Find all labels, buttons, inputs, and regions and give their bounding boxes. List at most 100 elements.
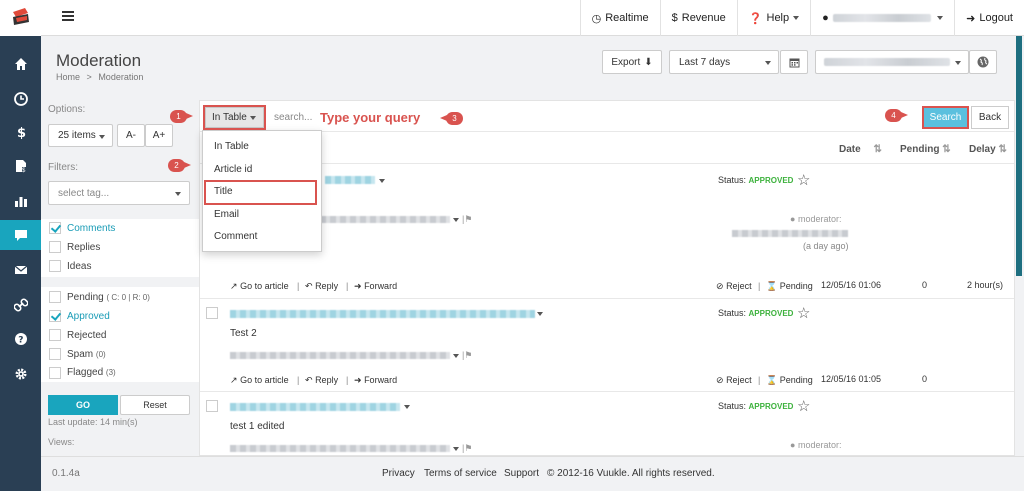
action-separator: | bbox=[297, 375, 300, 385]
tag-placeholder: select tag... bbox=[58, 187, 110, 199]
ideas-checkbox[interactable] bbox=[49, 260, 61, 272]
chevron-down-icon[interactable] bbox=[453, 354, 459, 358]
back-button[interactable]: Back bbox=[971, 106, 1009, 129]
pending-link[interactable]: ⌛ Pending bbox=[766, 281, 813, 292]
pending-link[interactable]: ⌛ Pending bbox=[766, 375, 813, 386]
sidebar-item-help[interactable]: ? bbox=[0, 324, 41, 354]
delay-column-header[interactable]: Delay ⇅ bbox=[969, 144, 1007, 155]
chevron-down-icon[interactable] bbox=[537, 312, 543, 316]
rejected-checkbox[interactable] bbox=[49, 329, 61, 341]
reset-label: Reset bbox=[143, 400, 167, 410]
star-icon[interactable]: ☆ bbox=[797, 397, 810, 415]
action-separator: | bbox=[346, 375, 349, 385]
scope-option-article-id[interactable]: Article id bbox=[203, 158, 321, 180]
breadcrumb-home[interactable]: Home bbox=[56, 72, 80, 82]
tag-icon[interactable]: |⚑ bbox=[462, 350, 472, 361]
row-date: 12/05/16 01:06 bbox=[821, 280, 882, 290]
font-decrease-button[interactable]: A- bbox=[117, 124, 145, 147]
row-select-checkbox[interactable] bbox=[206, 307, 218, 319]
date-column-header[interactable]: Date ⇅ bbox=[839, 144, 882, 155]
logout-icon: ➜ bbox=[966, 12, 976, 25]
reject-link[interactable]: ⊘ Reject bbox=[716, 375, 752, 386]
sidebar-item-moderation[interactable] bbox=[0, 220, 41, 250]
forward-link[interactable]: ➜ Forward bbox=[354, 281, 397, 292]
approved-checkbox[interactable] bbox=[49, 310, 61, 322]
scope-option-in-table[interactable]: In Table bbox=[203, 135, 321, 157]
tag-icon[interactable]: |⚑ bbox=[462, 214, 472, 225]
help-menu[interactable]: ❓ Help bbox=[736, 0, 810, 36]
scrollbar-thumb[interactable] bbox=[1016, 36, 1022, 276]
revenue-link[interactable]: $ Revenue bbox=[659, 0, 737, 36]
sidebar-item-reports[interactable]: $ bbox=[0, 151, 41, 181]
row-pending: 0 bbox=[922, 374, 928, 384]
search-input[interactable]: search... Type your query bbox=[268, 107, 920, 128]
star-icon[interactable]: ☆ bbox=[797, 171, 810, 189]
chevron-down-icon[interactable] bbox=[379, 179, 385, 183]
breadcrumb-separator: > bbox=[86, 72, 92, 82]
chevron-down-icon bbox=[175, 192, 181, 196]
logout-link[interactable]: ➜ Logout bbox=[954, 0, 1024, 36]
pending-checkbox[interactable] bbox=[49, 291, 61, 303]
go-to-article-link[interactable]: ↗ Go to article bbox=[230, 281, 289, 292]
top-bar: ◷ Realtime $ Revenue ❓ Help ● ➜ Logout bbox=[0, 0, 1024, 36]
sidebar-item-analytics[interactable] bbox=[0, 186, 41, 216]
pending-column-header[interactable]: Pending ⇅ bbox=[900, 144, 951, 155]
replies-checkbox[interactable] bbox=[49, 241, 61, 253]
search-placeholder: search... bbox=[274, 112, 313, 123]
flagged-label: Flagged bbox=[67, 367, 104, 378]
sidebar-item-home[interactable] bbox=[0, 49, 41, 79]
pending-filter: Pending ( C: 0 | R: 0) bbox=[67, 292, 150, 303]
tag-select[interactable]: select tag... bbox=[48, 181, 190, 205]
export-button[interactable]: Export ⬇ bbox=[602, 50, 662, 74]
sidebar-item-settings[interactable] bbox=[0, 359, 41, 389]
dollar-icon: $ bbox=[17, 126, 26, 139]
row-select-checkbox[interactable] bbox=[206, 400, 218, 412]
reply-link[interactable]: ↶ Reply bbox=[305, 281, 338, 292]
items-per-page-select[interactable]: 25 items bbox=[48, 124, 113, 147]
privacy-link[interactable]: Privacy bbox=[382, 468, 415, 479]
chevron-down-icon[interactable] bbox=[453, 218, 459, 222]
search-button[interactable]: Search bbox=[922, 106, 969, 129]
forward-link[interactable]: ➜ Forward bbox=[354, 375, 397, 386]
font-increase-button[interactable]: A+ bbox=[145, 124, 173, 147]
sidebar-item-realtime[interactable] bbox=[0, 84, 41, 114]
filters-label: Filters: bbox=[48, 162, 78, 173]
chevron-down-icon[interactable] bbox=[453, 447, 459, 451]
chevron-down-icon[interactable] bbox=[404, 405, 410, 409]
star-icon[interactable]: ☆ bbox=[797, 304, 810, 322]
go-to-article-link[interactable]: ↗ Go to article bbox=[230, 375, 289, 386]
scope-option-comment[interactable]: Comment bbox=[203, 225, 321, 247]
go-button[interactable]: GO bbox=[48, 395, 118, 415]
site-select[interactable] bbox=[815, 50, 969, 74]
support-link[interactable]: Support bbox=[504, 468, 539, 479]
comments-checkbox[interactable] bbox=[49, 222, 61, 234]
terms-link[interactable]: Terms of service bbox=[424, 468, 497, 479]
flagged-checkbox[interactable] bbox=[49, 367, 61, 379]
realtime-link[interactable]: ◷ Realtime bbox=[579, 0, 660, 36]
globe-button[interactable] bbox=[969, 50, 997, 74]
date-range-select[interactable]: Last 7 days bbox=[669, 50, 779, 74]
menu-toggle-icon[interactable] bbox=[62, 11, 74, 21]
reply-link[interactable]: ↶ Reply bbox=[305, 375, 338, 386]
scope-option-email[interactable]: Email bbox=[203, 203, 321, 225]
sort-icon: ⇅ bbox=[998, 144, 1007, 155]
sidebar-item-revenue[interactable]: $ bbox=[0, 117, 41, 147]
calendar-button[interactable] bbox=[780, 50, 808, 74]
sidebar-item-links[interactable] bbox=[0, 290, 41, 320]
reject-link[interactable]: ⊘ Reject bbox=[716, 281, 752, 292]
commenter-email-redacted bbox=[230, 352, 450, 359]
spam-checkbox[interactable] bbox=[49, 348, 61, 360]
copyright: © 2012-16 Vuukle. All rights reserved. bbox=[547, 468, 715, 479]
callout-2: 2 bbox=[168, 159, 191, 172]
moderator-label: moderator: bbox=[797, 214, 842, 224]
logo-area[interactable] bbox=[0, 0, 41, 36]
sidebar-item-mail[interactable] bbox=[0, 255, 41, 285]
go-to-article-label: Go to article bbox=[240, 281, 289, 291]
revenue-label: Revenue bbox=[681, 12, 726, 24]
user-menu[interactable]: ● bbox=[810, 0, 954, 36]
reply-label: Reply bbox=[315, 281, 339, 291]
pending-label: Pending bbox=[779, 375, 813, 385]
tag-icon[interactable]: |⚑ bbox=[462, 443, 472, 454]
status-label: Status: bbox=[718, 175, 747, 185]
reset-button[interactable]: Reset bbox=[120, 395, 190, 415]
